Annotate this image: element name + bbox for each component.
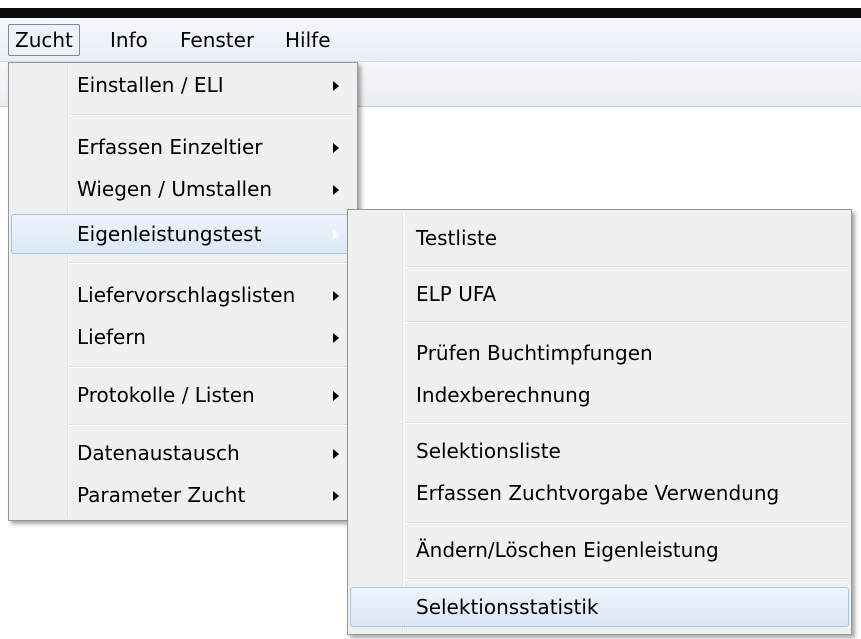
submenu-arrow-icon: [333, 230, 339, 240]
menu-item-aendern-loeschen[interactable]: Ändern/Löschen Eigenleistung: [350, 531, 849, 571]
menu-zucht[interactable]: Zucht: [8, 24, 80, 56]
menu-hilfe[interactable]: Hilfe: [279, 25, 337, 55]
menu-separator: [69, 366, 353, 368]
menu-item-testliste[interactable]: Testliste: [350, 219, 849, 259]
menu-item-label: Ändern/Löschen Eigenleistung: [416, 538, 719, 562]
window-title-strip: [0, 8, 861, 18]
menu-separator: [404, 422, 847, 424]
menu-item-label: Wiegen / Umstallen: [77, 177, 273, 201]
menu-item-label: Selektionsstatistik: [416, 595, 599, 619]
menu-item-wiegen-umstallen[interactable]: Wiegen / Umstallen: [11, 170, 355, 210]
menu-item-pruefen-buchtimpfungen[interactable]: Prüfen Buchtimpfungen: [350, 334, 849, 374]
menu-item-datenaustausch[interactable]: Datenaustausch: [11, 434, 355, 474]
menu-item-selektionsstatistik[interactable]: Selektionsstatistik: [350, 587, 849, 627]
menu-item-einstallen-eli[interactable]: Einstallen / ELI: [11, 66, 355, 106]
menu-item-liefervorschlagslisten[interactable]: Liefervorschlagslisten: [11, 276, 355, 316]
submenu-arrow-icon: [333, 291, 339, 301]
menu-item-label: Erfassen Einzeltier: [77, 135, 263, 159]
menu-item-label: Erfassen Zuchtvorgabe Verwendung: [416, 481, 780, 505]
menu-item-label: Parameter Zucht: [77, 483, 246, 507]
menu-separator: [69, 114, 353, 116]
menu-info[interactable]: Info: [104, 25, 154, 55]
eigenleistungstest-submenu: Testliste ELP UFA Prüfen Buchtimpfungen …: [347, 209, 852, 635]
menu-item-protokolle-listen[interactable]: Protokolle / Listen: [11, 376, 355, 416]
menu-item-label: Prüfen Buchtimpfungen: [416, 341, 653, 365]
menu-item-label: Liefervorschlagslisten: [77, 283, 296, 307]
menu-separator: [69, 262, 353, 264]
submenu-arrow-icon: [333, 391, 339, 401]
menu-item-erfassen-einzeltier[interactable]: Erfassen Einzeltier: [11, 128, 355, 168]
menu-item-label: Protokolle / Listen: [77, 383, 255, 407]
menu-item-label: Datenaustausch: [77, 441, 240, 465]
submenu-arrow-icon: [333, 185, 339, 195]
zucht-dropdown-menu: Einstallen / ELI Erfassen Einzeltier Wie…: [8, 62, 358, 521]
submenu-arrow-icon: [333, 449, 339, 459]
menu-item-liefern[interactable]: Liefern: [11, 318, 355, 358]
menu-item-label: Eigenleistungstest: [77, 222, 262, 246]
menu-item-indexberechnung[interactable]: Indexberechnung: [350, 376, 849, 416]
window-top-edge: [0, 0, 861, 18]
menu-separator: [404, 522, 847, 524]
menu-item-selektionsliste[interactable]: Selektionsliste: [350, 432, 849, 472]
menu-item-parameter-zucht[interactable]: Parameter Zucht: [11, 476, 355, 516]
menu-separator: [69, 424, 353, 426]
menu-separator: [404, 266, 847, 268]
submenu-arrow-icon: [333, 491, 339, 501]
menu-separator: [404, 578, 847, 580]
menu-item-label: Einstallen / ELI: [77, 73, 224, 97]
menu-separator: [404, 321, 847, 323]
menu-item-label: ELP UFA: [416, 282, 497, 306]
submenu-arrow-icon: [333, 333, 339, 343]
menu-item-eigenleistungstest[interactable]: Eigenleistungstest: [11, 214, 355, 254]
menu-bar: Zucht Info Fenster Hilfe: [0, 18, 861, 62]
submenu-arrow-icon: [333, 81, 339, 91]
menu-item-label: Testliste: [416, 226, 498, 250]
submenu-arrow-icon: [333, 143, 339, 153]
menu-item-label: Selektionsliste: [416, 439, 561, 463]
menu-item-label: Liefern: [77, 325, 146, 349]
menu-fenster[interactable]: Fenster: [174, 25, 260, 55]
menu-item-label: Indexberechnung: [416, 383, 591, 407]
menu-item-erfassen-zuchtvorgabe[interactable]: Erfassen Zuchtvorgabe Verwendung: [350, 474, 849, 514]
menu-item-elp-ufa[interactable]: ELP UFA: [350, 275, 849, 315]
